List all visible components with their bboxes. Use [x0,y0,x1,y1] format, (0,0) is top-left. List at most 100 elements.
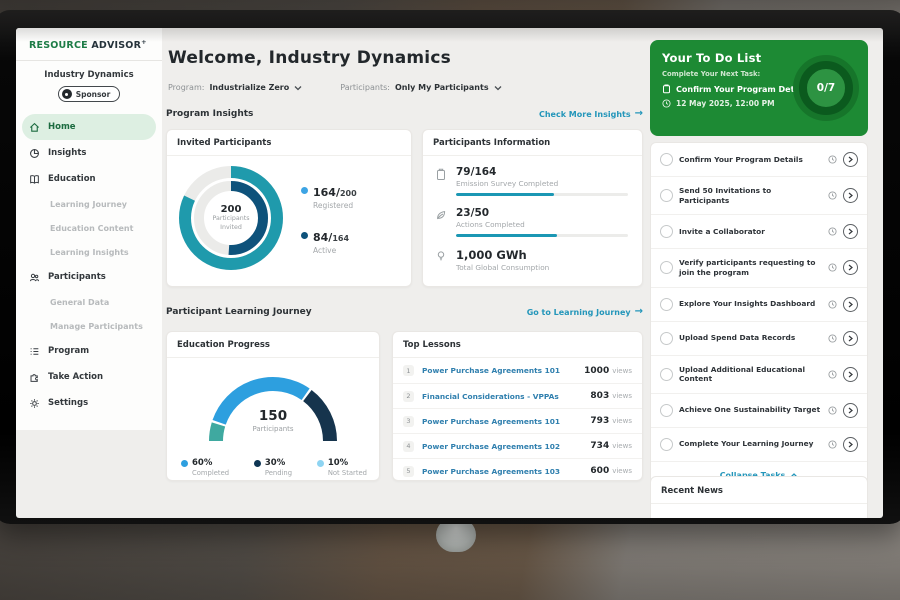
gauge-svg [198,364,348,450]
participants-filter-label: Participants: [340,83,390,92]
participants-filter-dropdown[interactable]: Participants: Only My Participants [340,83,501,92]
todo-summary-card: Your To Do List Complete Your Next Task:… [650,40,868,136]
settings-icon [29,398,40,409]
task-clock-icon [828,227,837,236]
task-label: Confirm Your Program Details [679,155,822,165]
task-chevron-button[interactable] [843,188,858,203]
task-chevron-button[interactable] [843,367,858,382]
task-chevron-button[interactable] [843,403,858,418]
invited-participants-card: Invited Participants 200 Participants In… [166,129,412,287]
metric-label: Emission Survey Completed [456,179,628,188]
link-label: Go to Learning Journey [527,308,631,317]
lesson-link[interactable]: Power Purchase Agreements 101 [422,366,584,375]
gauge-center-value: 150 [198,408,348,424]
legend-label: Pending [265,469,292,477]
sponsor-badge[interactable]: Sponsor [58,86,121,102]
task-checkbox[interactable] [660,368,673,381]
donut-center-value: 200 [221,204,242,215]
gauge-legend-not-started: 10% Not Started [317,458,367,477]
lesson-rank: 3 [403,416,414,427]
progress-fill [456,193,554,196]
legend-registered: 164/200 Registered [301,181,357,210]
task-checkbox[interactable] [660,438,673,451]
lesson-link[interactable]: Power Purchase Agreements 102 [422,442,590,451]
actions-completed-row: 23/50 Actions Completed [435,207,628,237]
sidebar-item-education[interactable]: Education [16,166,162,192]
lesson-row[interactable]: 1 Power Purchase Agreements 101 1000 vie… [393,358,642,383]
sidebar-item-program[interactable]: Program [16,338,162,364]
donut-center-label: Participants [213,215,250,223]
lesson-views: 734 [590,441,609,451]
sidebar-item-take-action[interactable]: Take Action [16,364,162,390]
todo-item[interactable]: Confirm Your Program Details [651,143,867,177]
lesson-row[interactable]: 4 Power Purchase Agreements 102 734 view… [393,433,642,458]
emission-survey-row: 79/164 Emission Survey Completed [435,166,628,196]
task-chevron-button[interactable] [843,437,858,452]
todo-list-card: Confirm Your Program Details Send 50 Inv… [650,142,868,490]
logo-plus: + [141,38,147,46]
lesson-views: 803 [590,391,609,401]
sidebar-item-label: Settings [48,398,88,408]
todo-item[interactable]: Achieve One Sustainability Target [651,394,867,428]
sidebar-item-label: Insights [48,148,86,158]
todo-item[interactable]: Upload Spend Data Records [651,322,867,356]
sidebar-nav: Home Insights Education Learning Journey… [16,114,162,416]
sidebar-item-manage-participants[interactable]: Manage Participants [16,314,162,338]
sidebar-item-education-content[interactable]: Education Content [16,216,162,240]
clipboard-icon [435,168,447,181]
task-chevron-button[interactable] [843,297,858,312]
learning-journey-title: Participant Learning Journey [166,307,312,317]
task-chevron-button[interactable] [843,260,858,275]
education-gauge-chart: 150 Participants [198,364,348,450]
todo-item[interactable]: Verify participants requesting to join t… [651,249,867,287]
task-checkbox[interactable] [660,225,673,238]
lesson-link[interactable]: Financial Considerations - VPPAs [422,392,590,401]
task-clock-icon [828,370,837,379]
task-chevron-button[interactable] [843,152,858,167]
task-checkbox[interactable] [660,298,673,311]
sidebar-item-insights[interactable]: Insights [16,140,162,166]
program-filter-value: Industrialize Zero [209,83,289,92]
sidebar-item-participants[interactable]: Participants [16,264,162,290]
lesson-row[interactable]: 3 Power Purchase Agreements 101 793 view… [393,408,642,433]
task-chevron-button[interactable] [843,331,858,346]
todo-item[interactable]: Complete Your Learning Journey [651,428,867,462]
chevron-right-icon [848,301,853,308]
check-more-insights-link[interactable]: Check More Insights → [539,109,643,119]
lesson-link[interactable]: Power Purchase Agreements 103 [422,467,590,476]
legend-value: 84/ [313,231,332,244]
todo-item[interactable]: Explore Your Insights Dashboard [651,288,867,322]
sidebar-item-general-data[interactable]: General Data [16,290,162,314]
todo-item[interactable]: Send 50 Invitations to Participants [651,177,867,215]
go-to-learning-journey-link[interactable]: Go to Learning Journey → [527,307,643,317]
legend-pct: 30% [265,458,285,468]
todo-item[interactable]: Invite a Collaborator [651,215,867,249]
sidebar-item-learning-journey[interactable]: Learning Journey [16,192,162,216]
lesson-views: 600 [590,466,609,476]
todo-progress-value: 0/7 [817,82,835,94]
views-word: views [612,417,632,425]
task-checkbox[interactable] [660,153,673,166]
task-checkbox[interactable] [660,332,673,345]
lesson-link[interactable]: Power Purchase Agreements 101 [422,417,590,426]
program-filter-dropdown[interactable]: Program: Industrialize Zero [168,83,302,92]
todo-item[interactable]: Upload Additional Educational Content [651,356,867,394]
task-checkbox[interactable] [660,189,673,202]
sidebar-item-label: Education [48,174,96,184]
legend-label: Not Started [328,469,367,477]
sidebar-item-settings[interactable]: Settings [16,390,162,416]
lessons-list: 1 Power Purchase Agreements 101 1000 vie… [393,358,642,481]
sponsor-badge-label: Sponsor [76,90,111,99]
lesson-row[interactable]: 5 Power Purchase Agreements 103 600 view… [393,458,642,481]
sidebar-item-learning-insights[interactable]: Learning Insights [16,240,162,264]
sidebar-item-label: Take Action [48,372,103,382]
task-checkbox[interactable] [660,261,673,274]
task-chevron-button[interactable] [843,224,858,239]
lesson-row[interactable]: 2 Financial Considerations - VPPAs 803 v… [393,383,642,408]
sidebar-item-home[interactable]: Home [22,114,156,140]
task-checkbox[interactable] [660,404,673,417]
lesson-rank: 5 [403,466,414,477]
task-label: Send 50 Invitations to Participants [679,186,822,205]
sidebar-item-label: Home [48,122,76,132]
sidebar-item-label: Manage Participants [50,322,143,331]
